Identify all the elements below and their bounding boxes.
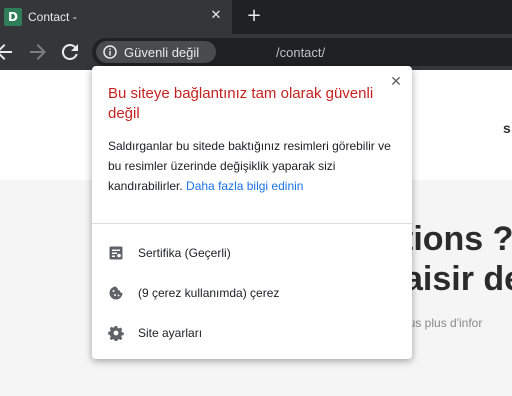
site-security-chip[interactable]: Güvenli değil (96, 41, 216, 63)
cookies-row[interactable]: (9 çerez kullanımda) çerez (92, 276, 412, 310)
security-status-label: Güvenli değil (124, 45, 200, 60)
site-info-popup: ✕ Bu siteye bağlantınız tam olarak güven… (92, 66, 412, 359)
info-icon (103, 45, 117, 59)
popup-warning-title: Bu siteye bağlantınız tam olarak güvenli… (108, 85, 374, 122)
tab-close-icon[interactable]: ✕ (208, 8, 224, 24)
tab-contact[interactable]: D Contact - ✕ (0, 0, 232, 34)
cookie-icon (108, 285, 124, 301)
site-settings-label: Site ayarları (138, 326, 203, 340)
certificate-label: Sertifika (Geçerli) (138, 246, 231, 260)
forward-arrow-icon[interactable] (26, 40, 50, 64)
hero-heading-line1: tions ? (402, 220, 512, 258)
nav-text-fragment: s (503, 120, 511, 136)
learn-more-link[interactable]: Daha fazla bilgi edinin (186, 179, 303, 193)
back-arrow-icon[interactable] (0, 40, 16, 64)
browser-toolbar: Güvenli değil /contact/ (0, 34, 512, 70)
new-tab-button[interactable]: + (244, 6, 264, 26)
reload-icon[interactable] (58, 40, 82, 64)
popup-description: Saldırganlar bu sitede baktığınız resiml… (108, 136, 398, 196)
url-text: /contact/ (276, 45, 326, 60)
certificate-row[interactable]: Sertifika (Geçerli) (92, 236, 412, 270)
site-settings-row[interactable]: Site ayarları (92, 316, 412, 350)
certificate-icon (108, 245, 124, 261)
gear-icon (108, 325, 124, 342)
tab-strip: D Contact - ✕ + (0, 0, 512, 34)
hero-heading-line2: aisir de (404, 260, 512, 298)
hero-subtext: ous plus d'infor (402, 316, 483, 330)
tab-title: Contact - (28, 10, 77, 24)
divider (92, 223, 412, 224)
site-favicon-icon: D (4, 8, 22, 26)
close-icon[interactable]: ✕ (388, 74, 404, 90)
cookies-label: (9 çerez kullanımda) çerez (138, 286, 280, 300)
address-bar[interactable]: Güvenli değil /contact/ (92, 38, 512, 66)
